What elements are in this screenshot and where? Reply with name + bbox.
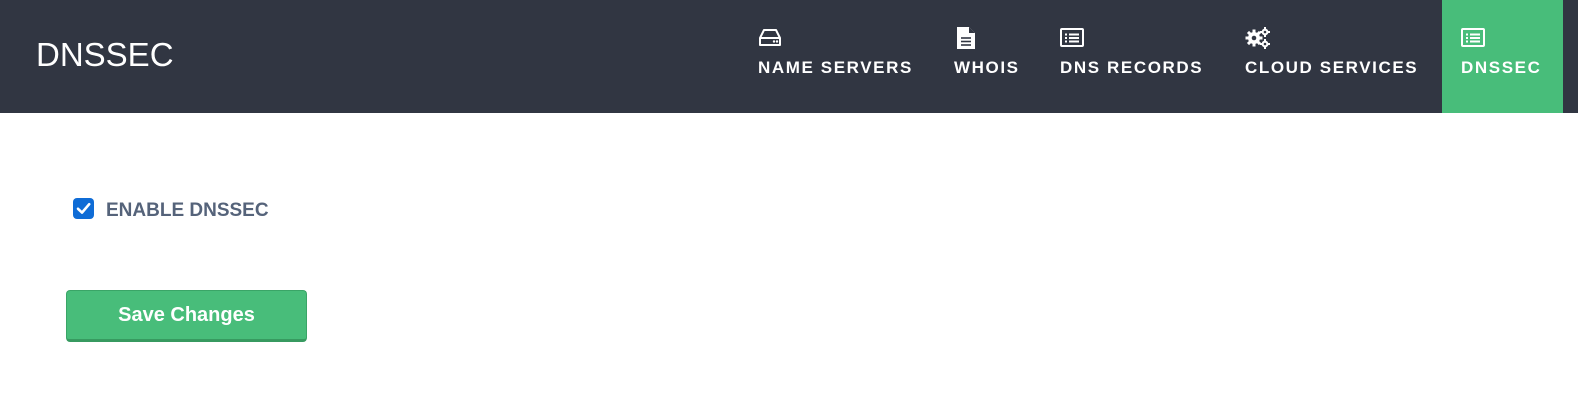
document-icon [954, 26, 978, 50]
nav-dnssec[interactable]: DNSSEC [1442, 0, 1563, 113]
header-edge [1563, 0, 1578, 113]
nav-label: NAME SERVERS [758, 58, 913, 77]
save-changes-button[interactable]: Save Changes [66, 290, 307, 342]
enable-dnssec-label[interactable]: ENABLE DNSSEC [106, 200, 269, 222]
checkmark-icon [76, 202, 91, 214]
list-icon [1060, 26, 1084, 50]
nav-whois[interactable]: WHOIS [936, 0, 1040, 113]
list-icon [1461, 26, 1485, 50]
page-title: DNSSEC [36, 36, 174, 73]
top-header: DNSSEC NAME SERVERS WHOIS DNS RECORDS CL… [0, 0, 1578, 113]
nav-label: DNS RECORDS [1060, 58, 1204, 77]
nav-dns-records[interactable]: DNS RECORDS [1040, 0, 1226, 113]
nav-label: DNSSEC [1461, 58, 1542, 77]
nav-label: CLOUD SERVICES [1245, 58, 1419, 77]
nav-label: WHOIS [954, 58, 1020, 77]
nav-cloud-services[interactable]: CLOUD SERVICES [1226, 0, 1442, 113]
nav-name-servers[interactable]: NAME SERVERS [738, 0, 936, 113]
gears-icon [1245, 26, 1270, 50]
hard-drive-icon [758, 26, 782, 50]
enable-dnssec-checkbox[interactable] [73, 198, 94, 219]
